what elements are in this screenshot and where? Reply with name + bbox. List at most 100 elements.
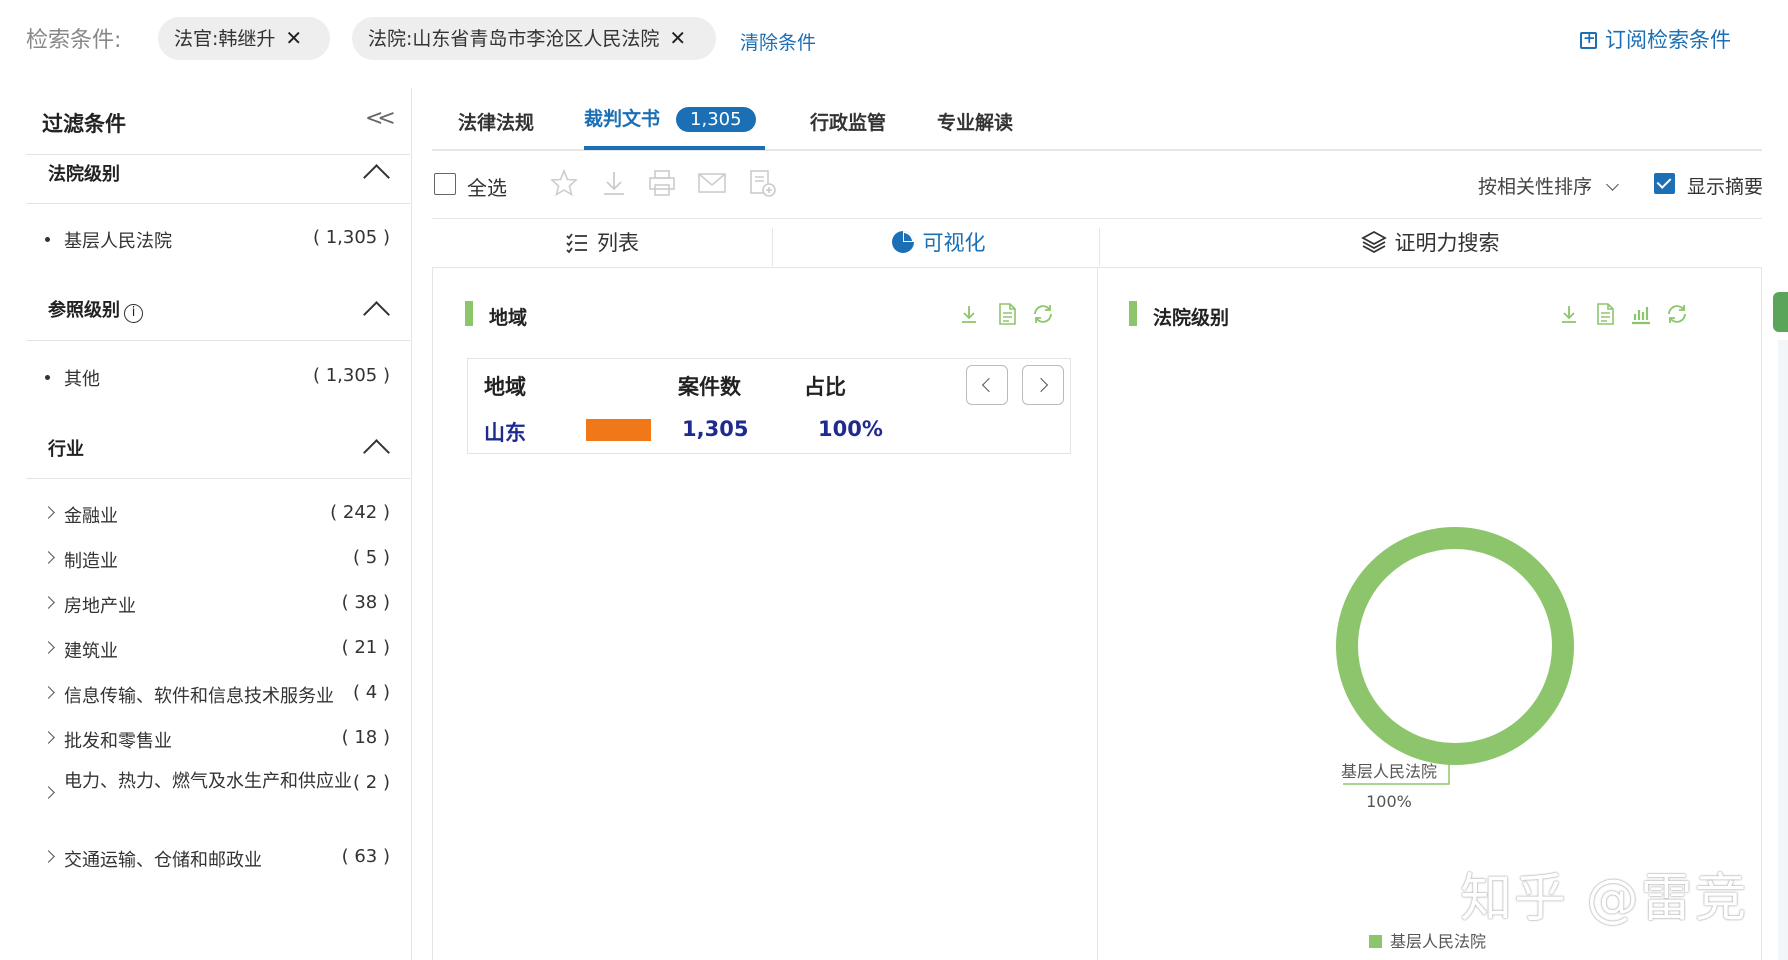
search-conditions-bar: 检索条件: 法官:韩继升 ✕ 法院:山东省青岛市李沧区人民法院 ✕ 清除条件 订阅检… <box>0 0 1788 78</box>
item-label: 批发和零售业 <box>64 731 172 752</box>
divider <box>26 203 410 204</box>
section-title-industry: 行业 <box>48 439 84 460</box>
chevron-up-icon[interactable] <box>362 433 390 461</box>
chevron-right-icon <box>42 686 55 699</box>
chevron-up-icon[interactable] <box>362 295 390 323</box>
sort-label: 按相关性排序 <box>1478 176 1593 198</box>
select-all-checkbox[interactable] <box>434 173 456 195</box>
view-tab-visualization[interactable]: 可视化 <box>773 220 1103 267</box>
item-count: ( 63 ) <box>341 846 390 867</box>
tab-laws[interactable]: 法律法规 <box>458 108 534 135</box>
download-icon[interactable] <box>957 302 981 326</box>
divider <box>26 478 410 479</box>
item-count: ( 242 ) <box>330 502 390 523</box>
mail-icon[interactable] <box>696 167 728 199</box>
chart-legend[interactable]: 基层人民法院 <box>1369 928 1486 952</box>
donut-category-label: 基层人民法院 <box>1341 762 1437 781</box>
case-count: 1,305 <box>682 417 749 441</box>
filter-sidebar: 过滤条件 << 法院级别 基层人民法院 ( 1,305 ) 参照级别 i 其他 (… <box>0 88 412 960</box>
donut-slice-0[interactable] <box>1336 527 1574 765</box>
refresh-icon[interactable] <box>1031 302 1055 326</box>
layers-icon <box>1360 230 1387 254</box>
sort-dropdown[interactable]: 按相关性排序 <box>1478 172 1619 199</box>
tab-expert-interpretation[interactable]: 专业解读 <box>937 108 1013 135</box>
item-label: 其他 <box>64 369 100 390</box>
item-label: 交通运输、仓储和邮政业 <box>64 850 262 871</box>
column-header-cases: 案件数 <box>678 375 741 399</box>
next-page-button[interactable] <box>1022 365 1064 405</box>
subscribe-label: 订阅检索条件 <box>1605 28 1731 52</box>
add-doc-icon[interactable] <box>746 167 778 199</box>
legend-swatch <box>1369 935 1382 948</box>
active-tab-indicator <box>584 146 765 150</box>
clear-conditions-link[interactable]: 清除条件 <box>740 28 816 55</box>
item-label: 信息传输、软件和信息技术服务业 <box>64 686 334 707</box>
select-all-label: 全选 <box>467 176 507 200</box>
tab-label: 裁判文书 <box>584 108 661 130</box>
close-icon[interactable]: ✕ <box>285 26 302 50</box>
item-label: 基层人民法院 <box>64 231 172 252</box>
show-summary-label: 显示摘要 <box>1687 176 1764 198</box>
view-label: 证明力搜索 <box>1394 231 1500 255</box>
info-icon[interactable]: i <box>124 304 143 323</box>
side-float-tab[interactable] <box>1773 292 1788 332</box>
panel-title-region: 地域 <box>465 301 527 330</box>
sidebar-title: 过滤条件 <box>42 112 126 136</box>
bullet-icon <box>45 237 50 242</box>
item-count: ( 21 ) <box>341 637 390 658</box>
item-label: 制造业 <box>64 551 118 572</box>
watermark: 知乎 @雷竞 <box>1460 869 1749 929</box>
list-icon <box>566 233 587 254</box>
view-label: 可视化 <box>922 231 986 255</box>
category-tabs: 法律法规 裁判文书 1,305 行政监管 专业解读 <box>432 88 1762 151</box>
show-summary-checkbox[interactable] <box>1654 173 1675 194</box>
view-tab-list[interactable]: 列表 <box>432 220 772 267</box>
chevron-right-icon <box>42 596 55 609</box>
collapse-sidebar-icon[interactable]: << <box>365 106 396 131</box>
item-label: 金融业 <box>64 506 118 527</box>
item-label: 电力、热力、燃气及水生产和供应业 <box>64 771 352 792</box>
page: 检索条件: 法官:韩继升 ✕ 法院:山东省青岛市李沧区人民法院 ✕ 清除条件 订阅检… <box>0 0 1788 960</box>
section-title-court-level: 法院级别 <box>48 164 120 185</box>
condition-chip-judge: 法官:韩继升 ✕ <box>158 17 330 60</box>
item-count: ( 38 ) <box>341 592 390 613</box>
subscribe-search-button[interactable]: 订阅检索条件 <box>1580 24 1731 54</box>
chevron-right-icon <box>42 506 55 519</box>
divider <box>26 154 410 155</box>
tab-admin-supervision[interactable]: 行政监管 <box>810 108 886 135</box>
side-scroll-strip <box>1778 340 1788 960</box>
print-icon[interactable] <box>646 167 678 199</box>
item-label: 房地产业 <box>64 596 136 617</box>
conditions-label: 检索条件: <box>26 28 122 53</box>
section-title-text: 参照级别 <box>48 300 120 321</box>
region-table: 地域 案件数 占比 山东 1,305 100% <box>467 358 1071 454</box>
chevron-up-icon[interactable] <box>362 158 390 186</box>
item-count: ( 4 ) <box>353 682 390 703</box>
chevron-right-icon <box>42 786 55 799</box>
document-icon[interactable] <box>995 302 1019 326</box>
view-label: 列表 <box>597 231 639 255</box>
pie-chart-icon <box>891 231 914 253</box>
item-count: ( 18 ) <box>341 727 390 748</box>
item-count: ( 1,305 ) <box>312 227 390 248</box>
prev-page-button[interactable] <box>966 365 1008 405</box>
tab-judgments[interactable]: 裁判文书 1,305 <box>584 104 756 132</box>
item-label: 建筑业 <box>64 641 118 662</box>
result-toolbar: 全选 按相关性排序 显示摘要 <box>432 151 1764 219</box>
item-count: ( 2 ) <box>353 772 390 793</box>
region-name-link[interactable]: 山东 <box>484 417 526 447</box>
column-header-ratio: 占比 <box>804 375 846 399</box>
download-icon[interactable] <box>598 167 630 199</box>
column-header-region: 地域 <box>484 375 526 399</box>
chevron-right-icon <box>42 551 55 564</box>
close-icon[interactable]: ✕ <box>669 26 686 50</box>
divider <box>26 340 410 341</box>
legend-label: 基层人民法院 <box>1390 932 1487 951</box>
chip-label: 法院:山东省青岛市李沧区人民法院 <box>368 28 660 50</box>
item-count: ( 5 ) <box>353 547 390 568</box>
bullet-icon <box>45 375 50 380</box>
view-tab-evidence-search[interactable]: 证明力搜索 <box>1100 220 1760 267</box>
chevron-right-icon <box>42 641 55 654</box>
star-icon[interactable] <box>548 167 580 199</box>
region-panel: 地域 地域 案件数 占比 山东 1,305 100% <box>433 268 1098 960</box>
